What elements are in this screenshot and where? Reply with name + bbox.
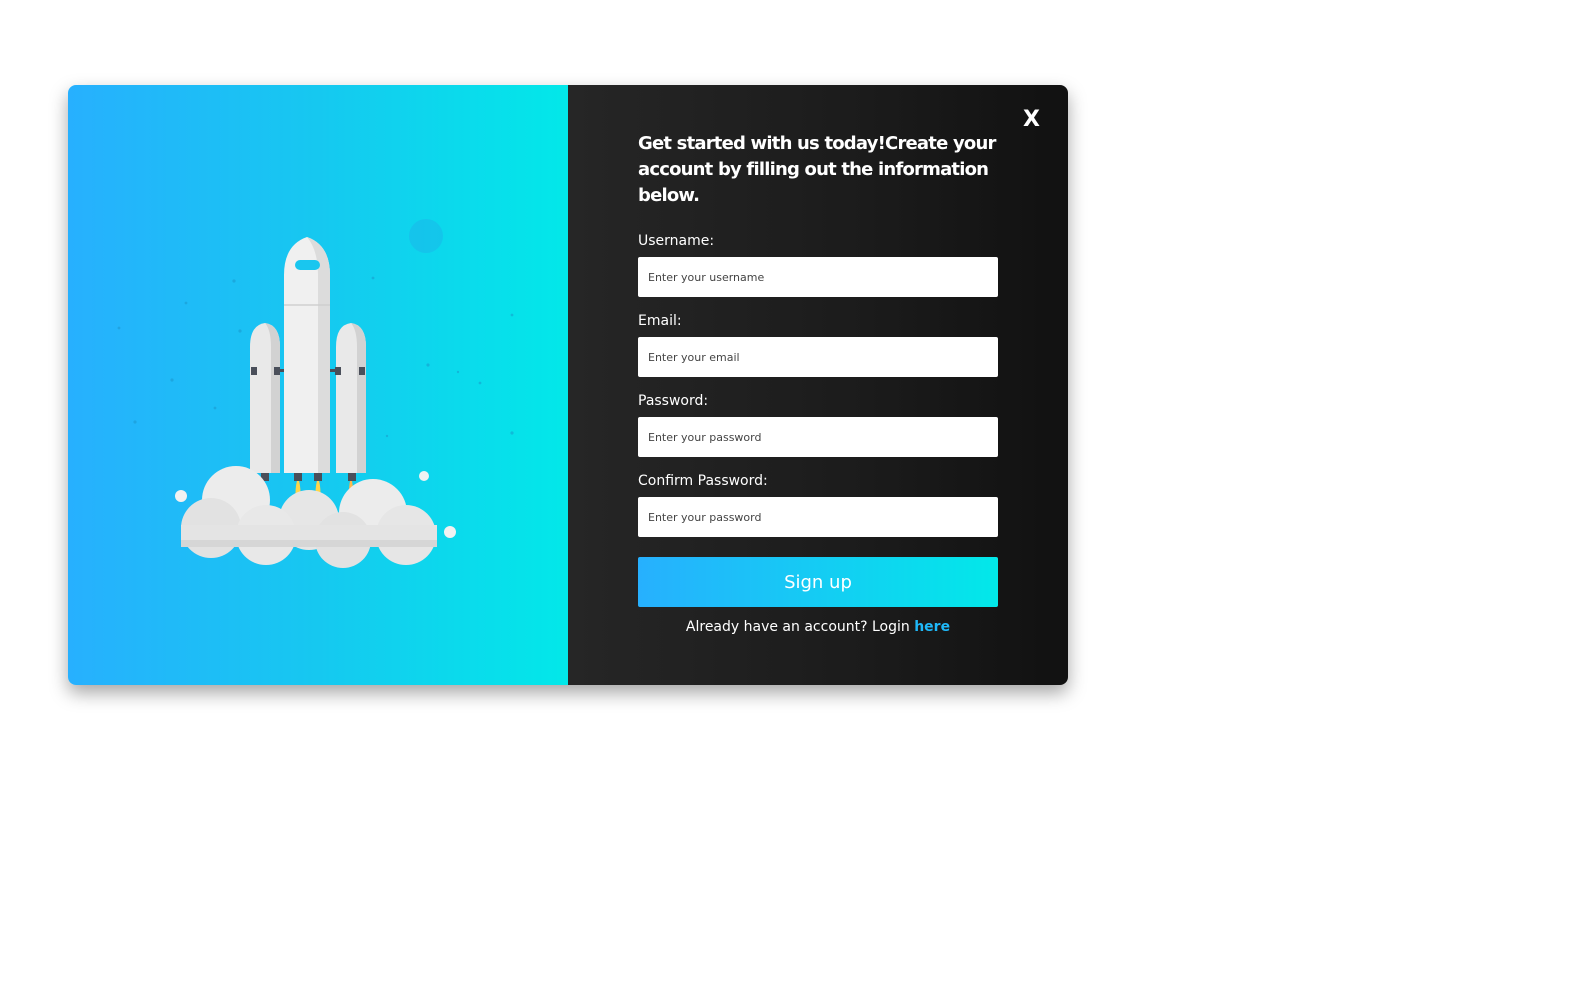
connector <box>330 369 336 372</box>
username-input[interactable] <box>638 257 998 297</box>
left-booster <box>250 323 280 473</box>
nozzles <box>261 473 356 481</box>
login-prompt: Already have an account? Login here <box>638 619 998 635</box>
login-link[interactable]: here <box>914 619 950 635</box>
confirm-password-input[interactable] <box>638 497 998 537</box>
login-prompt-text: Already have an account? Login <box>685 619 915 635</box>
username-label: Username: <box>638 233 715 249</box>
confirm-password-field-group: Confirm Password: <box>638 471 998 537</box>
rocket-window <box>295 260 320 270</box>
moon-icon <box>409 219 443 253</box>
email-field-group: Email: <box>638 311 998 377</box>
form-panel: X Get started with us today!Create your … <box>568 85 1068 685</box>
right-booster <box>335 323 366 473</box>
illustration-panel <box>68 85 568 685</box>
form-heading: Get started with us today!Create your ac… <box>638 133 996 206</box>
password-label: Password: <box>638 393 709 409</box>
email-input[interactable] <box>638 337 998 377</box>
signup-modal: X Get started with us today!Create your … <box>68 85 1068 685</box>
password-input[interactable] <box>638 417 998 457</box>
bubble <box>419 471 429 481</box>
bubble <box>444 526 456 538</box>
rocket-core <box>284 237 330 473</box>
bubble <box>175 490 187 502</box>
signup-button[interactable]: Sign up <box>638 557 998 607</box>
smoke-clouds <box>181 466 437 568</box>
username-field-group: Username: <box>638 231 998 297</box>
email-label: Email: <box>638 313 682 329</box>
close-button[interactable]: X <box>1023 105 1040 135</box>
rocket-illustration <box>117 219 514 568</box>
confirm-password-label: Confirm Password: <box>638 473 768 489</box>
signup-form: Get started with us today!Create your ac… <box>638 131 998 635</box>
password-field-group: Password: <box>638 391 998 457</box>
